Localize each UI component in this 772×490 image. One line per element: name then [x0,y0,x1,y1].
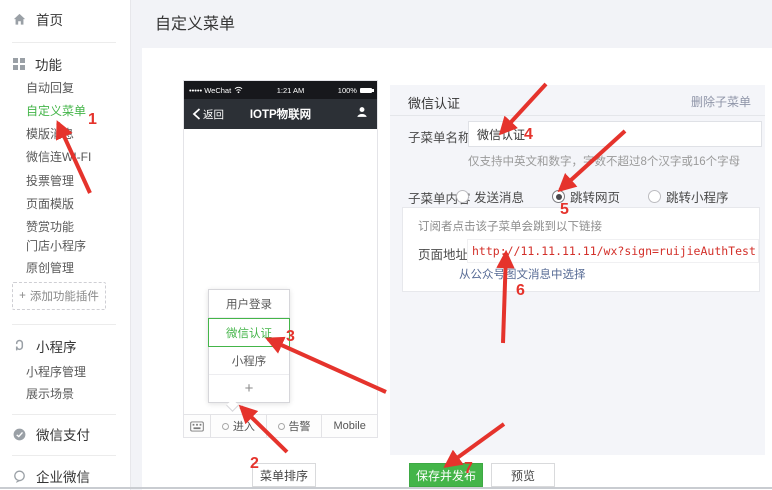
sidebar-section-functions[interactable]: 功能 [12,54,62,74]
phone-menu-bar: 进入 告警 Mobile [184,414,377,437]
sidebar-item-custom-menu[interactable]: 自定义菜单 [26,103,86,119]
window-bottom-edge [0,487,772,489]
page-url-input[interactable]: http://11.11.11.11/wx?sign=ruijieAuthTes… [467,239,759,263]
sidebar-section-functions-label: 功能 [35,54,62,74]
submenu-item-wechat-auth[interactable]: 微信认证 [208,318,290,347]
submenu-item-user-login[interactable]: 用户登录 [209,290,289,318]
wifi-icon [234,86,243,94]
add-submenu-button[interactable]: + [209,375,289,402]
radio-send-message[interactable]: 发送消息 [456,187,524,206]
sidebar-divider [12,324,116,325]
page-url-label: 页面地址 [418,244,468,263]
phone-status-bar: ••••• WeChat 1:21 AM 100% [184,81,377,99]
save-publish-button[interactable]: 保存并发布 [409,463,483,487]
sidebar-item-wechat-wifi[interactable]: 微信连WI-FI [26,149,91,165]
sidebar-item-wechat-pay-label: 微信支付 [36,424,90,444]
sidebar-item-wechat-pay[interactable]: 微信支付 [12,424,90,444]
wechat-pay-icon [12,427,27,442]
link-settings-box: 订阅者点击该子菜单会跳到以下链接 页面地址 http://11.11.11.11… [402,207,760,292]
sidebar-item-reward[interactable]: 赞赏功能 [26,219,74,235]
sidebar-item-page-template[interactable]: 页面模版 [26,196,74,212]
submenu-indicator-icon [278,423,285,430]
page-title: 自定义菜单 [155,10,235,34]
add-plugin-label: 添加功能插件 [30,288,99,304]
phone-nav-bar: IOTP物联网 返回 [184,99,377,129]
menu-tab-mobile-label: Mobile [333,420,365,432]
sidebar-item-enterprise-wechat[interactable]: 企业微信 [12,466,90,486]
radio-checked-icon [552,190,565,203]
page-url-value: http://11.11.11.11/wx?sign=ruijieAuthTes… [472,244,756,258]
sidebar-item-miniprogram-manage[interactable]: 小程序管理 [26,364,86,380]
sidebar-item-template-message[interactable]: 模版消息 [26,126,74,142]
home-icon [12,12,27,27]
radio-jump-miniprogram[interactable]: 跳转小程序 [648,187,729,206]
menu-sort-button[interactable]: 菜单排序 [252,463,316,487]
submenu-name-hint: 仅支持中英文和数字，字数不超过8个汉字或16个字母 [468,153,740,169]
sidebar-divider [12,455,116,456]
keyboard-icon [190,421,204,432]
sidebar-item-store-miniprogram[interactable]: 门店小程序 [26,238,86,254]
radio-jump-miniprogram-label: 跳转小程序 [666,187,729,206]
submenu-name-label: 子菜单名称 [408,127,471,146]
sidebar-item-display-scene[interactable]: 展示场景 [26,386,74,402]
submenu-name-input[interactable] [468,121,762,147]
miniprogram-icon [12,339,27,354]
clock-label: 1:21 AM [277,86,305,95]
link-box-note: 订阅者点击该子菜单会跳到以下链接 [418,218,602,234]
choose-from-articles-link[interactable]: 从公众号图文消息中选择 [459,266,586,282]
add-plugin-button[interactable]: + 添加功能插件 [12,282,106,310]
panel-title: 微信认证 [408,93,460,112]
battery-icon [360,88,372,93]
content-type-radio-group: 发送消息 跳转网页 跳转小程序 [456,187,729,206]
sidebar-item-vote-manage[interactable]: 投票管理 [26,173,74,189]
sidebar-divider [12,414,116,415]
sidebar-item-enterprise-wechat-label: 企业微信 [36,466,90,486]
panel-header: 微信认证 删除子菜单 [390,85,765,116]
menu-tab-alarm[interactable]: 告警 [267,415,323,437]
submenu-settings-panel: 微信认证 删除子菜单 子菜单名称 仅支持中英文和数字，字数不超过8个汉字或16个… [390,85,765,455]
plus-icon: + [19,290,26,302]
sidebar-item-original-manage[interactable]: 原创管理 [26,260,74,276]
delete-submenu-link[interactable]: 删除子菜单 [691,93,751,110]
preview-button[interactable]: 预览 [491,463,555,487]
radio-jump-webpage-label: 跳转网页 [570,187,620,206]
sidebar-item-auto-reply[interactable]: 自动回复 [26,80,74,96]
menu-tab-enter-label: 进入 [233,418,255,434]
phone-preview: ••••• WeChat 1:21 AM 100% IOTP物联网 返回 用户登… [183,80,378,438]
enterprise-wechat-icon [12,469,27,484]
radio-icon [648,190,661,203]
sidebar-item-home-label: 首页 [36,9,63,29]
grid-icon [12,57,26,71]
menu-tab-alarm-label: 告警 [289,418,311,434]
account-title: IOTP物联网 [184,106,377,122]
submenu-indicator-icon [222,423,229,430]
menu-tab-mobile[interactable]: Mobile [322,415,377,437]
submenu-popup: 用户登录 微信认证 小程序 + [208,289,290,403]
sidebar-divider [12,42,116,43]
radio-jump-webpage[interactable]: 跳转网页 [552,187,620,206]
battery-label: 100% [338,86,357,95]
sidebar-item-home[interactable]: 首页 [12,9,63,29]
sidebar-section-miniprogram[interactable]: 小程序 [12,336,77,356]
carrier-label: ••••• WeChat [189,86,231,95]
sidebar: 首页 功能 自动回复 自定义菜单 模版消息 微信连WI-FI 投票管理 页面模版… [0,0,131,490]
radio-icon [456,190,469,203]
radio-send-message-label: 发送消息 [474,187,524,206]
profile-icon [355,105,369,124]
main-content: ••••• WeChat 1:21 AM 100% IOTP物联网 返回 用户登… [142,48,772,490]
keyboard-toggle[interactable] [184,415,211,437]
submenu-item-miniprogram[interactable]: 小程序 [209,347,289,375]
sidebar-section-miniprogram-label: 小程序 [36,336,77,356]
menu-tab-enter[interactable]: 进入 [211,415,267,437]
